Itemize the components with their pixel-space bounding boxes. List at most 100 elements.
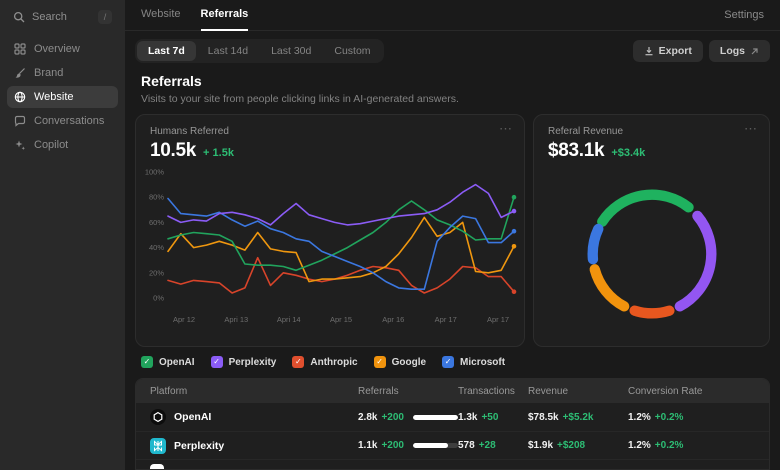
revenue-cell: $78.5k +$5.2k	[528, 412, 628, 423]
humans-referred-card: Humans Referred 10.5k + 1.5k ⋯ 100%80%60…	[135, 114, 525, 347]
metric-value: 1.2%	[628, 440, 651, 451]
download-icon	[644, 46, 654, 56]
column-header-referrals: Referrals	[358, 386, 458, 397]
top-tab-bar: Website Referrals Settings	[125, 0, 780, 31]
search-icon	[13, 11, 25, 23]
metric-value: 1.1k	[358, 440, 377, 451]
page-title: Referrals	[141, 73, 764, 89]
metric-delta: +$5.2k	[563, 412, 594, 423]
referrals-cell: 2.8k +200	[358, 412, 458, 423]
sidebar-item-overview[interactable]: Overview	[7, 38, 118, 60]
svg-text:Apri 14: Apri 14	[277, 315, 301, 324]
grid-icon	[14, 43, 26, 55]
search-input[interactable]: Search /	[7, 6, 118, 28]
tab-referrals[interactable]: Referrals	[201, 0, 249, 31]
date-range-segmented-control: Last 7dLast 14dLast 30dCustom	[135, 39, 384, 63]
donut-chart	[534, 162, 769, 346]
svg-text:Apri 13: Apri 13	[224, 315, 248, 324]
legend-label: Google	[392, 357, 426, 368]
column-header-revenue: Revenue	[528, 386, 628, 397]
table-header: PlatformReferralsTransactionsRevenueConv…	[136, 379, 769, 403]
openai-logo-icon	[150, 409, 166, 425]
more-options-icon[interactable]: ⋯	[499, 121, 512, 137]
page-subtitle: Visits to your site from people clicking…	[141, 93, 764, 105]
svg-text:Apr 16: Apr 16	[382, 315, 404, 324]
settings-link[interactable]: Settings	[724, 9, 764, 21]
card-title: Humans Referred	[150, 126, 510, 137]
sidebar-item-label: Overview	[34, 43, 80, 55]
metric-value: 578	[458, 440, 475, 451]
column-header-conversion-rate: Conversion Rate	[628, 386, 755, 397]
checkbox-icon: ✓	[374, 356, 386, 368]
page-header: Referrals Visits to your site from peopl…	[125, 69, 780, 114]
checkbox-icon: ✓	[442, 356, 454, 368]
legend-label: OpenAI	[159, 357, 195, 368]
line-chart: 100%80%60%40%20%0%Apr 12Apri 13Apri 14Ap…	[136, 162, 524, 335]
tab-website[interactable]: Website	[141, 0, 181, 31]
range-option-custom[interactable]: Custom	[323, 41, 381, 61]
more-options-icon[interactable]: ⋯	[744, 121, 757, 137]
svg-text:20%: 20%	[149, 268, 164, 277]
legend-item-anthropic[interactable]: ✓Anthropic	[292, 356, 357, 368]
perplexity-logo-icon	[150, 438, 166, 454]
referrals-cell: 1.1k+200	[358, 440, 458, 451]
transactions-cell: 578 +28	[458, 440, 528, 451]
table-row-partial[interactable]	[136, 459, 769, 469]
sidebar-item-website[interactable]: Website	[7, 86, 118, 108]
sidebar-item-label: Conversations	[34, 115, 104, 127]
svg-text:0%: 0%	[153, 294, 164, 303]
globe-icon	[14, 91, 26, 103]
chart-legend: ✓OpenAI✓Perplexity✓Anthropic✓Google✓Micr…	[125, 347, 780, 376]
card-value: $83.1k	[548, 140, 604, 162]
metric-value: 1.3k	[458, 412, 477, 423]
metric-value: $78.5k	[528, 412, 559, 423]
referral-revenue-card: Referal Revenue $83.1k +$3.4k ⋯	[533, 114, 770, 347]
card-delta: + 1.5k	[203, 147, 234, 159]
card-delta: +$3.4k	[611, 147, 645, 159]
checkbox-icon: ✓	[292, 356, 304, 368]
referrals-table: PlatformReferralsTransactionsRevenueConv…	[135, 378, 770, 470]
sidebar-item-conversations[interactable]: Conversations	[7, 110, 118, 132]
metric-delta: +200	[381, 412, 404, 423]
revenue-cell: $1.9k +$208	[528, 440, 628, 451]
metric-delta: +$208	[557, 440, 585, 451]
checkbox-icon: ✓	[211, 356, 223, 368]
sidebar-item-label: Brand	[34, 67, 63, 79]
table-row-openai[interactable]: OpenAI2.8k +200 1.3k+50$78.5k +$5.2k 1.2%+0.…	[136, 403, 769, 431]
range-option-last-30d[interactable]: Last 30d	[260, 41, 322, 61]
svg-text:100%: 100%	[145, 168, 165, 177]
metric-value: 2.8k	[358, 412, 377, 423]
card-title: Referal Revenue	[548, 126, 755, 137]
card-value: 10.5k	[150, 140, 196, 162]
logs-button[interactable]: Logs	[709, 40, 770, 62]
column-header-transactions: Transactions	[458, 386, 528, 397]
sparkle-icon	[14, 139, 26, 151]
legend-item-openai[interactable]: ✓OpenAI	[141, 356, 195, 368]
brush-icon	[14, 67, 26, 79]
metric-value: $1.9k	[528, 440, 553, 451]
referrals-bar	[413, 443, 458, 448]
export-button[interactable]: Export	[633, 40, 703, 62]
conversion-rate-cell: 1.2%+0.2%	[628, 412, 755, 423]
range-option-last-14d[interactable]: Last 14d	[197, 41, 259, 61]
legend-label: Perplexity	[229, 357, 277, 368]
legend-item-perplexity[interactable]: ✓ Perplexity	[211, 356, 277, 368]
platform-cell: Perplexity	[150, 438, 358, 454]
legend-item-google[interactable]: ✓ Google	[374, 356, 426, 368]
metric-delta: +28	[479, 440, 496, 451]
column-header-platform: Platform	[150, 386, 358, 397]
legend-item-microsoft[interactable]: ✓ Microsoft	[442, 356, 505, 368]
range-option-last-7d[interactable]: Last 7d	[137, 41, 196, 61]
table-body: OpenAI2.8k +200 1.3k+50$78.5k +$5.2k 1.2%+0.…	[136, 403, 769, 459]
app-root: Search / Overview Brand Website Conversa…	[0, 0, 780, 470]
chat-icon	[14, 115, 26, 127]
legend-label: Microsoft	[460, 357, 505, 368]
sidebar-item-copilot[interactable]: Copilot	[7, 134, 118, 156]
table-row-perplexity[interactable]: Perplexity1.1k+200578+28$1.9k+$2081.2%+0…	[136, 431, 769, 459]
external-link-icon	[750, 47, 759, 56]
toolbar: Last 7dLast 14dLast 30dCustom Export Log…	[125, 31, 780, 69]
sidebar-item-brand[interactable]: Brand	[7, 62, 118, 84]
transactions-cell: 1.3k+50	[458, 412, 528, 423]
svg-text:Apr 15: Apr 15	[330, 315, 352, 324]
platform-cell: OpenAI	[150, 409, 358, 425]
